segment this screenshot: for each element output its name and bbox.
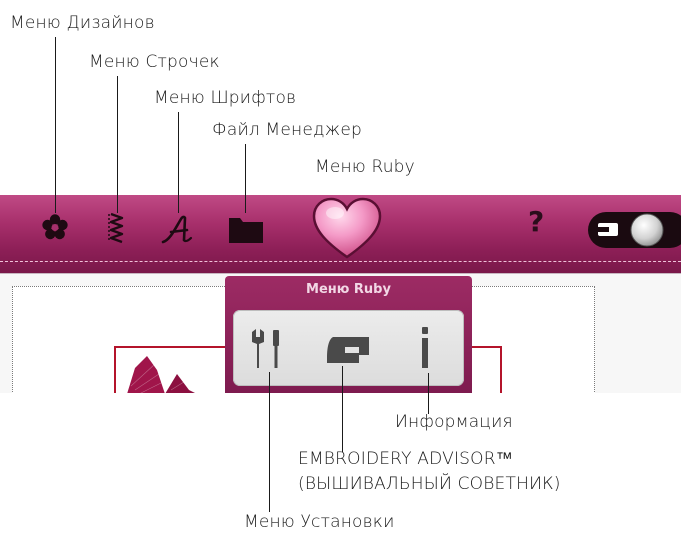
leader-design-menu xyxy=(55,37,56,213)
flower-icon[interactable] xyxy=(40,212,70,242)
label-font-menu: Меню Шрифтов xyxy=(154,88,297,108)
label-info: Информация xyxy=(395,412,513,432)
label-embroidery-advisor: EMBROIDERY ADVISOR™ xyxy=(298,449,513,469)
label-setup-menu: Меню Установки xyxy=(244,512,395,532)
zigzag-stitch-icon[interactable] xyxy=(107,212,127,246)
setup-tools-icon[interactable] xyxy=(249,328,285,370)
main-menu-bar: ? xyxy=(0,195,681,273)
label-embroidery-advisor-ru: (ВЫШИВАЛЬНЫЙ СОВЕТНИК) xyxy=(298,474,561,494)
sewing-machine-icon[interactable] xyxy=(325,335,371,365)
label-ruby-menu: Меню Ruby xyxy=(315,157,415,177)
leader-setup-menu xyxy=(269,372,270,512)
leader-stitch-menu xyxy=(117,76,118,213)
label-design-menu: Меню Дизайнов xyxy=(10,13,155,33)
label-file-manager: Файл Менеджер xyxy=(212,120,363,140)
leader-file-manager xyxy=(245,144,246,213)
script-a-icon[interactable] xyxy=(160,213,196,245)
leader-embroidery-advisor xyxy=(342,366,343,452)
ruby-popup-body xyxy=(233,310,464,386)
label-stitch-menu: Меню Строчек xyxy=(89,52,220,72)
info-icon[interactable] xyxy=(418,326,432,370)
leader-font-menu xyxy=(178,112,179,213)
ruby-menu-popup: Меню Ruby xyxy=(225,276,472,393)
heart-icon[interactable] xyxy=(311,197,383,261)
ruby-popup-title: Меню Ruby xyxy=(306,282,391,297)
menu-bar-stitch-line xyxy=(0,261,681,262)
help-icon[interactable]: ? xyxy=(528,205,544,238)
leader-info xyxy=(428,373,429,414)
folder-icon[interactable] xyxy=(227,214,265,244)
toggle-switch-icon[interactable] xyxy=(587,211,681,249)
